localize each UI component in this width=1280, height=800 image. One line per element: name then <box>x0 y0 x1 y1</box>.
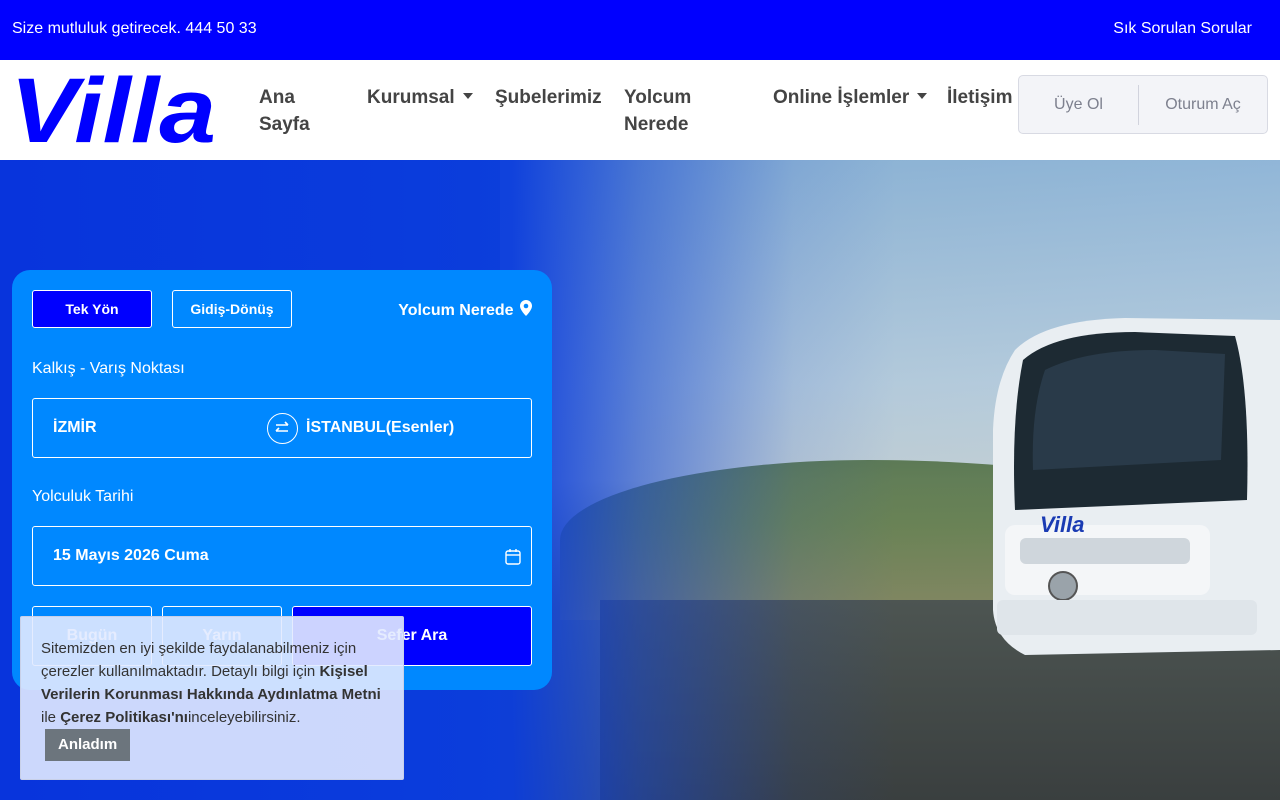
nav-corporate-label: Kurumsal <box>367 87 455 108</box>
date-value: 15 Mayıs 2026 Cuma <box>53 547 209 564</box>
cookie-text-2: ile <box>41 709 61 726</box>
nav-home[interactable]: Ana Sayfa <box>259 84 329 138</box>
cookie-text-3: inceleyebilirsiniz. <box>187 709 301 726</box>
logo-text: Villa <box>10 72 216 150</box>
nav-online-label: Online İşlemler <box>773 87 910 108</box>
map-pin-icon <box>520 300 532 316</box>
bus-logo-text: Villa <box>1040 512 1084 537</box>
tab-one-way[interactable]: Tek Yön <box>32 290 152 328</box>
top-slogan: Size mutluluk getirecek. 444 50 33 <box>12 20 257 37</box>
chevron-down-icon <box>462 93 473 100</box>
date-field[interactable]: 15 Mayıs 2026 Cuma <box>32 526 532 586</box>
date-label: Yolculuk Tarihi <box>32 488 134 505</box>
cookie-policy-link[interactable]: Çerez Politikası'nı <box>60 709 188 726</box>
swap-icon[interactable] <box>267 413 298 444</box>
cookie-banner: Sitemizden en iyi şekilde faydalanabilme… <box>20 616 404 780</box>
destination-input[interactable]: İSTANBUL(Esenler) <box>306 419 454 437</box>
top-bar: Size mutluluk getirecek. 444 50 33 Sık S… <box>0 0 1280 60</box>
main-navbar: Villa Ana Sayfa Kurumsal Şubelerimiz Yol… <box>0 60 1280 160</box>
origin-input[interactable]: İZMİR <box>53 419 97 437</box>
tab-round-trip[interactable]: Gidiş-Dönüş <box>172 290 292 328</box>
faq-link[interactable]: Sık Sorulan Sorular <box>1113 20 1252 38</box>
route-field: İZMİR İSTANBUL(Esenler) <box>32 398 532 458</box>
nav-where-passenger[interactable]: Yolcum Nerede <box>624 84 714 138</box>
login-button[interactable]: Oturum Aç <box>1139 76 1267 133</box>
villa-logo[interactable]: Villa <box>10 72 220 150</box>
nav-corporate[interactable]: Kurumsal <box>367 84 473 111</box>
nav-branches[interactable]: Şubelerimiz <box>495 84 602 111</box>
calendar-icon[interactable] <box>505 549 521 565</box>
nav-contact[interactable]: İletişim <box>947 84 1012 111</box>
bus-image: Villa <box>993 318 1280 655</box>
signup-button[interactable]: Üye Ol <box>1019 76 1138 133</box>
chevron-down-icon <box>917 93 928 100</box>
cookie-accept-button[interactable]: Anladım <box>45 729 131 761</box>
where-passenger-label: Yolcum Nerede <box>398 302 514 319</box>
cookie-text-1: Sitemizden en iyi şekilde faydalanabilme… <box>41 640 357 680</box>
where-passenger-link[interactable]: Yolcum Nerede <box>398 300 532 320</box>
nav-online-operations[interactable]: Online İşlemler <box>773 84 928 111</box>
auth-group: Üye Ol Oturum Aç <box>1018 75 1268 134</box>
route-label: Kalkış - Varış Noktası <box>32 360 185 377</box>
